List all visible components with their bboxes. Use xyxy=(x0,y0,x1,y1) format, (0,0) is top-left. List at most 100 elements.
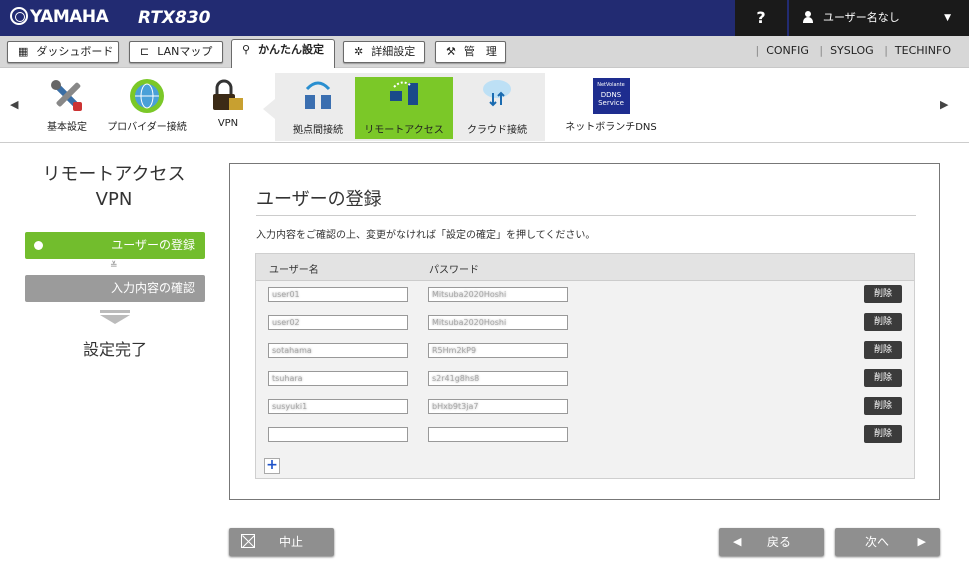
ddns-service-icon: NetVolante DDNS Service xyxy=(592,78,630,114)
password-field[interactable]: R5Hm2kP9 xyxy=(428,343,568,358)
wizard-title-line1: リモートアクセス xyxy=(42,164,186,185)
table-row: 削除 xyxy=(256,421,914,449)
password-field[interactable] xyxy=(428,427,568,442)
feature-basic-settings[interactable]: 基本設定 xyxy=(36,76,98,136)
password-field[interactable]: Mitsuba2020Hoshi xyxy=(428,315,568,330)
tools-icon xyxy=(51,80,82,111)
feature-vpn[interactable]: VPN xyxy=(205,76,251,136)
delete-button[interactable]: 削除 xyxy=(864,369,902,387)
step-setup-complete: 設定完了 xyxy=(82,340,147,359)
table-row: user02 Mitsuba2020Hoshi 削除 xyxy=(256,309,914,337)
delete-button[interactable]: 削除 xyxy=(864,313,902,331)
techinfo-link[interactable]: TECHINFO xyxy=(895,44,951,57)
feature-netvolante-dns[interactable]: NetVolante DDNS Service ネットボランチDNS xyxy=(562,78,660,138)
wizard-title-line2: VPN xyxy=(95,189,133,210)
chevron-down-icon: ≚ xyxy=(110,261,118,271)
user-name: ユーザー名なし xyxy=(823,11,900,24)
feature-label: VPN xyxy=(217,118,239,129)
main-nav: ▦ ダッシュボード ⊏ LANマップ ⚲ かんたん設定 ✲ 詳細設定 ⚒ 管 理 | CON… xyxy=(0,36,969,68)
user-table: ユーザー名 パスワード user01 Mitsuba2020Hoshi 削除 u… xyxy=(255,253,915,479)
tab-easy-setup[interactable]: ⚲ かんたん設定 xyxy=(231,39,335,68)
password-field[interactable]: Mitsuba2020Hoshi xyxy=(428,287,568,302)
table-row: user01 Mitsuba2020Hoshi 削除 xyxy=(256,281,914,309)
tab-lan-map[interactable]: ⊏ LANマップ xyxy=(129,41,223,63)
wand-icon: ⚲ xyxy=(242,43,251,56)
tab-dashboard[interactable]: ▦ ダッシュボード xyxy=(7,41,119,63)
feature-provider-connection[interactable]: プロバイダー接続 xyxy=(104,76,190,136)
feature-bar: ◀ ▶ 基本設定 プロバイダー接続 VPN 拠点間接続 リモートアクセス クラウ… xyxy=(0,68,969,143)
config-link[interactable]: CONFIG xyxy=(766,44,809,57)
back-button[interactable]: ◀ 戻る xyxy=(719,528,824,556)
username-field[interactable]: susyuki1 xyxy=(268,399,408,414)
site-to-site-icon xyxy=(305,81,331,109)
vpn-lock-icon xyxy=(213,79,243,110)
arrow-right-icon: ▶ xyxy=(917,535,926,548)
tab-label: LANマップ xyxy=(157,45,213,58)
feature-label: ネットボランチDNS xyxy=(565,122,657,133)
main-panel: ユーザーの登録 入力内容をご確認の上、変更がなければ「設定の確定」を押してくださ… xyxy=(229,163,940,500)
wizard-title: リモートアクセス VPN xyxy=(28,162,200,212)
feature-cloud-connection[interactable]: クラウド接続 xyxy=(460,77,534,139)
dashboard-icon: ▦ xyxy=(18,45,29,58)
table-row: sotahama R5Hm2kP9 削除 xyxy=(256,337,914,365)
wrench-icon: ⚒ xyxy=(446,45,456,58)
arrow-down-icon xyxy=(100,310,130,324)
add-row-button[interactable]: + xyxy=(264,458,280,474)
step-user-registration: ユーザーの登録 xyxy=(25,232,205,259)
tab-label: ダッシュボード xyxy=(36,45,114,58)
feature-remote-access[interactable]: リモートアクセス xyxy=(355,77,453,139)
arrow-left-icon: ◀ xyxy=(733,535,742,548)
tab-label: 管 理 xyxy=(463,45,497,58)
brand-text: YAMAHA xyxy=(30,7,109,27)
lan-map-icon: ⊏ xyxy=(140,45,150,58)
column-header-password: パスワード xyxy=(429,265,479,276)
scroll-left-icon[interactable]: ◀ xyxy=(10,98,18,111)
feature-site-to-site[interactable]: 拠点間接続 xyxy=(283,77,353,139)
top-bar: YAMAHA RTX830 ? ユーザー名なし ▼ xyxy=(0,0,969,36)
submenu-notch xyxy=(263,99,275,119)
password-field[interactable]: s2r41g8hs8 xyxy=(428,371,568,386)
delete-button[interactable]: 削除 xyxy=(864,425,902,443)
feature-label: 拠点間接続 xyxy=(293,125,343,136)
tab-advanced-settings[interactable]: ✲ 詳細設定 xyxy=(343,41,425,63)
globe-icon xyxy=(130,79,164,113)
chevron-down-icon: ▼ xyxy=(944,13,951,23)
feature-label: 基本設定 xyxy=(47,122,87,133)
feature-label: リモートアクセス xyxy=(364,125,444,136)
instruction-text: 入力内容をご確認の上、変更がなければ「設定の確定」を押してください。 xyxy=(256,230,596,241)
next-button[interactable]: 次へ ▶ xyxy=(835,528,940,556)
current-step-icon xyxy=(34,241,43,250)
username-field[interactable]: tsuhara xyxy=(268,371,408,386)
table-header: ユーザー名 パスワード xyxy=(256,254,914,281)
delete-button[interactable]: 削除 xyxy=(864,397,902,415)
help-button[interactable]: ? xyxy=(735,0,787,36)
tab-management[interactable]: ⚒ 管 理 xyxy=(435,41,506,63)
cloud-icon xyxy=(483,80,511,107)
scroll-right-icon[interactable]: ▶ xyxy=(940,98,948,111)
model-name: RTX830 xyxy=(138,8,211,28)
user-icon xyxy=(803,11,813,23)
username-field[interactable] xyxy=(268,427,408,442)
tab-label: かんたん設定 xyxy=(258,43,325,56)
yamaha-emblem-icon xyxy=(10,7,28,25)
page-title: ユーザーの登録 xyxy=(256,189,382,210)
column-header-username: ユーザー名 xyxy=(269,265,319,276)
table-row: susyuki1 bHxb9t3ja7 削除 xyxy=(256,393,914,421)
syslog-link[interactable]: SYSLOG xyxy=(830,44,874,57)
user-menu[interactable]: ユーザー名なし ▼ xyxy=(789,0,969,36)
delete-button[interactable]: 削除 xyxy=(864,285,902,303)
remote-access-icon xyxy=(390,81,418,105)
cancel-button[interactable]: 中止 xyxy=(229,528,334,556)
tab-label: 詳細設定 xyxy=(371,45,416,58)
username-field[interactable]: user01 xyxy=(268,287,408,302)
step-confirm-input: 入力内容の確認 xyxy=(25,275,205,302)
divider xyxy=(256,215,916,216)
username-field[interactable]: sotahama xyxy=(268,343,408,358)
feature-label: クラウド接続 xyxy=(467,125,527,136)
table-row: tsuhara s2r41g8hs8 削除 xyxy=(256,365,914,393)
password-field[interactable]: bHxb9t3ja7 xyxy=(428,399,568,414)
yamaha-logo: YAMAHA xyxy=(10,7,109,27)
username-field[interactable]: user02 xyxy=(268,315,408,330)
delete-button[interactable]: 削除 xyxy=(864,341,902,359)
gear-icon: ✲ xyxy=(354,45,364,58)
